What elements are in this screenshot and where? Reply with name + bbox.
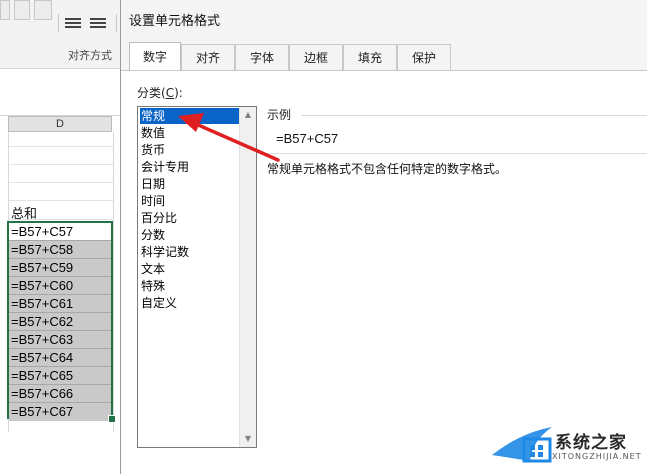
formula-cell[interactable]: =B57+C64	[9, 349, 111, 367]
scroll-down-icon[interactable]: ▼	[240, 431, 256, 447]
category-item-scientific[interactable]: 科学记数	[140, 244, 239, 260]
column-header-d[interactable]: D	[8, 116, 112, 132]
tab-border[interactable]: 边框	[289, 44, 343, 70]
formula-cell[interactable]: =B57+C57	[9, 223, 111, 241]
selected-range[interactable]: =B57+C57 =B57+C58 =B57+C59 =B57+C60 =B57…	[7, 221, 113, 421]
category-listbox[interactable]: 常规 数值 货币 会计专用 日期 时间 百分比 分数 科学记数 文本 特殊 自定…	[137, 106, 257, 448]
category-scrollbar[interactable]: ▲ ▼	[239, 107, 256, 447]
decrease-indent-icon[interactable]	[65, 16, 81, 30]
sample-bottom-divider	[267, 153, 647, 154]
formula-area	[0, 69, 120, 116]
tab-number[interactable]: 数字	[129, 42, 181, 71]
formula-cell[interactable]: =B57+C66	[9, 385, 111, 403]
gridline	[9, 200, 113, 201]
tab-alignment[interactable]: 对齐	[181, 44, 235, 70]
category-item-accounting[interactable]: 会计专用	[140, 159, 239, 175]
category-item-custom[interactable]: 自定义	[140, 295, 239, 311]
tab-protection[interactable]: 保护	[397, 44, 451, 70]
ribbon-divider	[116, 14, 117, 32]
category-item-text[interactable]: 文本	[140, 261, 239, 277]
formula-cell[interactable]: =B57+C59	[9, 259, 111, 277]
ribbon-button[interactable]	[0, 0, 10, 20]
formula-cell[interactable]: =B57+C58	[9, 241, 111, 259]
category-label: 分类(C):	[137, 84, 183, 101]
category-item-time[interactable]: 时间	[140, 193, 239, 209]
formula-cell[interactable]: =B57+C62	[9, 313, 111, 331]
scroll-up-icon[interactable]: ▲	[240, 107, 256, 123]
category-item-percentage[interactable]: 百分比	[140, 210, 239, 226]
category-item-number[interactable]: 数值	[140, 125, 239, 141]
category-item-currency[interactable]: 货币	[140, 142, 239, 158]
formula-cell[interactable]: =B57+C63	[9, 331, 111, 349]
format-cells-dialog: 设置单元格格式 数字 对齐 字体 边框 填充 保护 分类(C): 常规 数值 货…	[120, 0, 647, 475]
category-label-text: 分类(	[137, 86, 166, 100]
formula-cell[interactable]: =B57+C60	[9, 277, 111, 295]
sample-value: =B57+C57	[276, 131, 339, 146]
ribbon-button[interactable]	[14, 0, 30, 20]
total-cell[interactable]: 总和	[11, 203, 37, 222]
tab-fill[interactable]: 填充	[343, 44, 397, 70]
format-description: 常规单元格格式不包含任何特定的数字格式。	[267, 162, 508, 176]
gridline	[9, 182, 113, 183]
dialog-title: 设置单元格格式	[129, 14, 221, 29]
increase-indent-icon[interactable]	[90, 16, 106, 30]
category-item-fraction[interactable]: 分数	[140, 227, 239, 243]
category-label-suffix: ):	[174, 86, 183, 100]
gridline	[9, 146, 113, 147]
watermark-text: 系统之家	[555, 433, 627, 453]
formula-cell[interactable]: =B57+C67	[9, 403, 111, 421]
category-label-accesskey: C	[165, 86, 175, 100]
ribbon-button[interactable]	[34, 0, 52, 20]
category-item-date[interactable]: 日期	[140, 176, 239, 192]
gridline	[9, 164, 113, 165]
fill-handle[interactable]	[108, 415, 116, 423]
watermark-url: XITONGZHIJIA.NET	[552, 452, 642, 461]
category-item-general[interactable]: 常规	[140, 108, 239, 124]
ribbon-divider	[58, 14, 59, 32]
sample-label: 示例	[267, 108, 292, 122]
ribbon-group-label: 对齐方式	[68, 49, 112, 62]
category-item-special[interactable]: 特殊	[140, 278, 239, 294]
tab-font[interactable]: 字体	[235, 44, 289, 70]
formula-cell[interactable]: =B57+C65	[9, 367, 111, 385]
formula-cell[interactable]: =B57+C61	[9, 295, 111, 313]
sample-divider	[301, 115, 647, 116]
